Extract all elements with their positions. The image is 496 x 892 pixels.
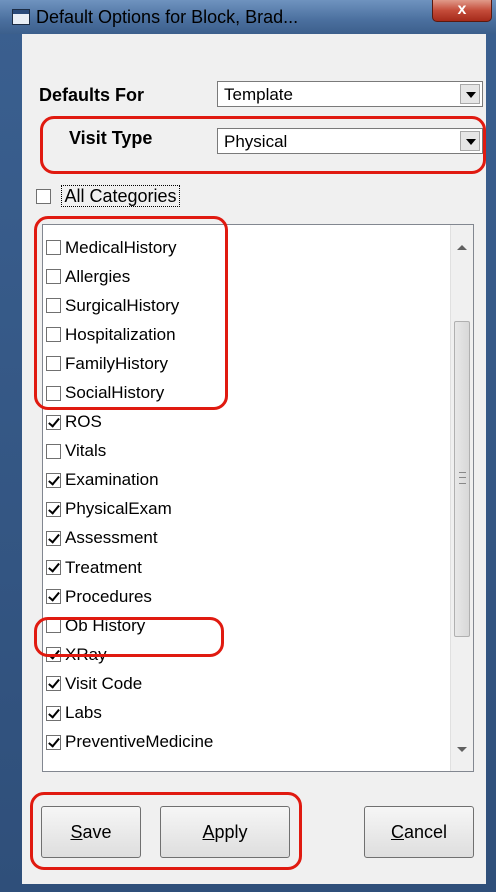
defaults-for-value: Template — [224, 85, 293, 104]
category-checkbox[interactable] — [46, 676, 61, 692]
category-checkbox[interactable] — [46, 501, 61, 517]
list-item[interactable]: Labs — [46, 699, 213, 728]
category-label: Labs — [65, 703, 102, 723]
list-item[interactable]: Treatment — [46, 553, 213, 582]
list-item[interactable]: PreventiveMedicine — [46, 728, 213, 757]
list-item[interactable]: Procedures — [46, 582, 213, 611]
category-label: Hospitalization — [65, 324, 176, 344]
scroll-thumb[interactable] — [454, 321, 470, 637]
list-item[interactable]: MedicalHistory — [46, 233, 213, 262]
visit-type-combo[interactable]: Physical — [217, 128, 483, 154]
cancel-rest: ancel — [403, 822, 448, 842]
all-categories-checkbox[interactable]: All Categories — [36, 185, 180, 210]
category-checkbox[interactable] — [46, 269, 61, 285]
title-bar[interactable]: Default Options for Block, Brad... x — [0, 0, 496, 34]
cancel-accel: C — [390, 822, 404, 842]
list-item[interactable]: Examination — [46, 466, 213, 495]
defaults-for-combo[interactable]: Template — [217, 81, 483, 107]
save-rest: ave — [82, 822, 112, 842]
list-item[interactable]: Ob History — [46, 611, 213, 640]
category-checkbox[interactable] — [46, 385, 61, 401]
category-label: XRay — [65, 644, 107, 664]
grip-icon — [459, 472, 466, 484]
list-scrollbar[interactable] — [450, 225, 473, 771]
window-title: Default Options for Block, Brad... — [36, 7, 299, 27]
category-label: PreventiveMedicine — [65, 732, 214, 752]
cancel-button[interactable]: Cancel — [364, 806, 474, 858]
category-items: MedicalHistory Allergies SurgicalHistory Ho… — [46, 233, 213, 757]
list-item[interactable]: ROS — [46, 408, 213, 437]
save-button[interactable]: Save — [41, 806, 141, 858]
category-label: Procedures — [65, 586, 152, 606]
category-label: FamilyHistory — [65, 353, 168, 373]
list-item[interactable]: Visit Code — [46, 669, 213, 698]
category-checkbox[interactable] — [46, 530, 61, 546]
list-item[interactable]: Vitals — [46, 437, 213, 466]
category-label: ROS — [65, 412, 102, 432]
list-item[interactable]: Assessment — [46, 524, 213, 553]
apply-rest: pply — [214, 822, 248, 842]
defaults-for-label: Defaults For — [39, 85, 145, 105]
category-checkbox[interactable] — [46, 443, 61, 459]
category-checkbox[interactable] — [46, 240, 61, 256]
category-label: Examination — [65, 470, 159, 490]
category-list[interactable]: MedicalHistory Allergies SurgicalHistory Ho… — [42, 224, 474, 772]
window-icon — [12, 9, 30, 25]
list-item[interactable]: PhysicalExam — [46, 495, 213, 524]
list-item[interactable]: FamilyHistory — [46, 349, 213, 378]
category-checkbox[interactable] — [46, 734, 61, 750]
category-checkbox[interactable] — [46, 327, 61, 343]
category-label: PhysicalExam — [65, 499, 172, 519]
all-categories-box[interactable] — [36, 189, 51, 204]
category-label: Visit Code — [65, 673, 143, 693]
category-checkbox[interactable] — [46, 356, 61, 372]
category-checkbox[interactable] — [46, 414, 61, 430]
save-accel: S — [70, 822, 83, 842]
category-checkbox[interactable] — [46, 589, 61, 605]
apply-button[interactable]: Apply — [160, 806, 290, 858]
scroll-up-arrow-icon[interactable] — [451, 237, 473, 259]
visit-type-label: Visit Type — [69, 128, 153, 148]
category-label: MedicalHistory — [65, 237, 177, 257]
category-checkbox[interactable] — [46, 472, 61, 488]
list-item[interactable]: Allergies — [46, 262, 213, 291]
list-item[interactable]: SocialHistory — [46, 378, 213, 407]
category-checkbox[interactable] — [46, 560, 61, 576]
category-label: Treatment — [65, 557, 142, 577]
category-label: Ob History — [65, 615, 146, 635]
category-label: Assessment — [65, 528, 158, 548]
category-label: SurgicalHistory — [65, 295, 180, 315]
category-label: Allergies — [65, 266, 131, 286]
category-checkbox[interactable] — [46, 647, 61, 663]
category-label: Vitals — [65, 441, 107, 461]
close-button[interactable]: x — [432, 0, 492, 22]
all-categories-label: All Categories — [61, 185, 180, 207]
scroll-down-arrow-icon[interactable] — [451, 739, 473, 761]
category-checkbox[interactable] — [46, 298, 61, 314]
visit-type-value: Physical — [224, 132, 288, 151]
list-item[interactable]: SurgicalHistory — [46, 291, 213, 320]
list-item[interactable]: Hospitalization — [46, 320, 213, 349]
chevron-down-icon[interactable] — [460, 84, 480, 104]
category-label: SocialHistory — [65, 383, 165, 403]
apply-accel: A — [202, 822, 215, 842]
chevron-down-icon[interactable] — [460, 131, 480, 151]
category-checkbox[interactable] — [46, 705, 61, 721]
list-item[interactable]: XRay — [46, 640, 213, 669]
category-checkbox[interactable] — [46, 618, 61, 634]
